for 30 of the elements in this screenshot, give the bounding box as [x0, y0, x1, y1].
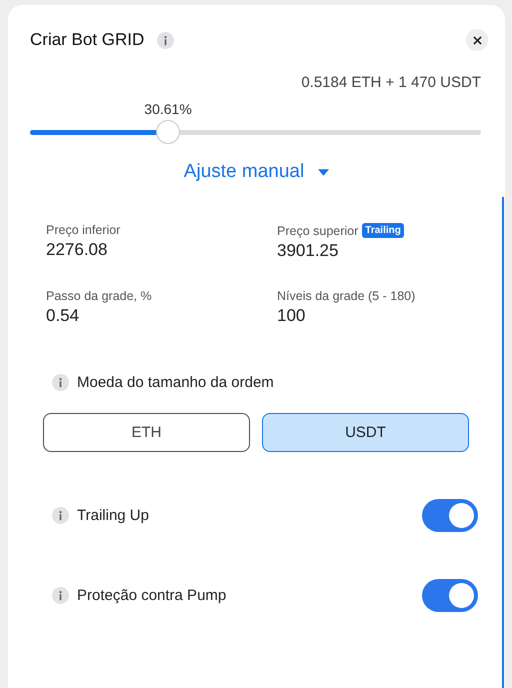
switch-label: Proteção contra Pump — [77, 586, 226, 604]
mode-dropdown[interactable]: Ajuste manual — [184, 161, 330, 183]
info-icon[interactable] — [52, 374, 69, 391]
slider-track[interactable] — [30, 120, 481, 144]
info-icon[interactable] — [52, 506, 69, 524]
switch-label: Trailing Up — [77, 506, 149, 524]
close-icon — [472, 36, 482, 44]
currency-option[interactable]: USDT — [262, 413, 469, 452]
field-label: Preço superior — [277, 224, 358, 238]
currency-option[interactable]: ETH — [43, 413, 250, 452]
field-value[interactable]: 0.54 — [46, 306, 277, 326]
trailing-badge: Trailing — [362, 223, 404, 238]
field-label: Níveis da grade (5 - 180) — [277, 289, 416, 303]
info-icon[interactable] — [157, 32, 174, 48]
slider-value: 30.61% — [144, 101, 192, 117]
caret-icon — [318, 168, 330, 176]
field-label: Passo da grade, % — [46, 289, 152, 303]
dialog-title: Criar Bot GRID — [30, 30, 144, 50]
field-value[interactable]: 100 — [277, 306, 505, 326]
scrollbar[interactable] — [502, 197, 504, 688]
info-icon[interactable] — [52, 586, 69, 604]
toggle-switch[interactable] — [422, 498, 478, 532]
toggle-switch[interactable] — [422, 578, 478, 612]
field-label: Preço inferior — [46, 223, 120, 237]
balance-text: 0.5184 ETH + 1 470 USDT — [300, 74, 482, 91]
field-value[interactable]: 2276.08 — [46, 240, 277, 260]
field-value[interactable]: 3901.25 — [277, 241, 505, 261]
close-button[interactable] — [466, 29, 488, 51]
slider-thumb[interactable] — [156, 120, 180, 144]
section-label: Moeda do tamanho da ordem — [77, 374, 274, 391]
